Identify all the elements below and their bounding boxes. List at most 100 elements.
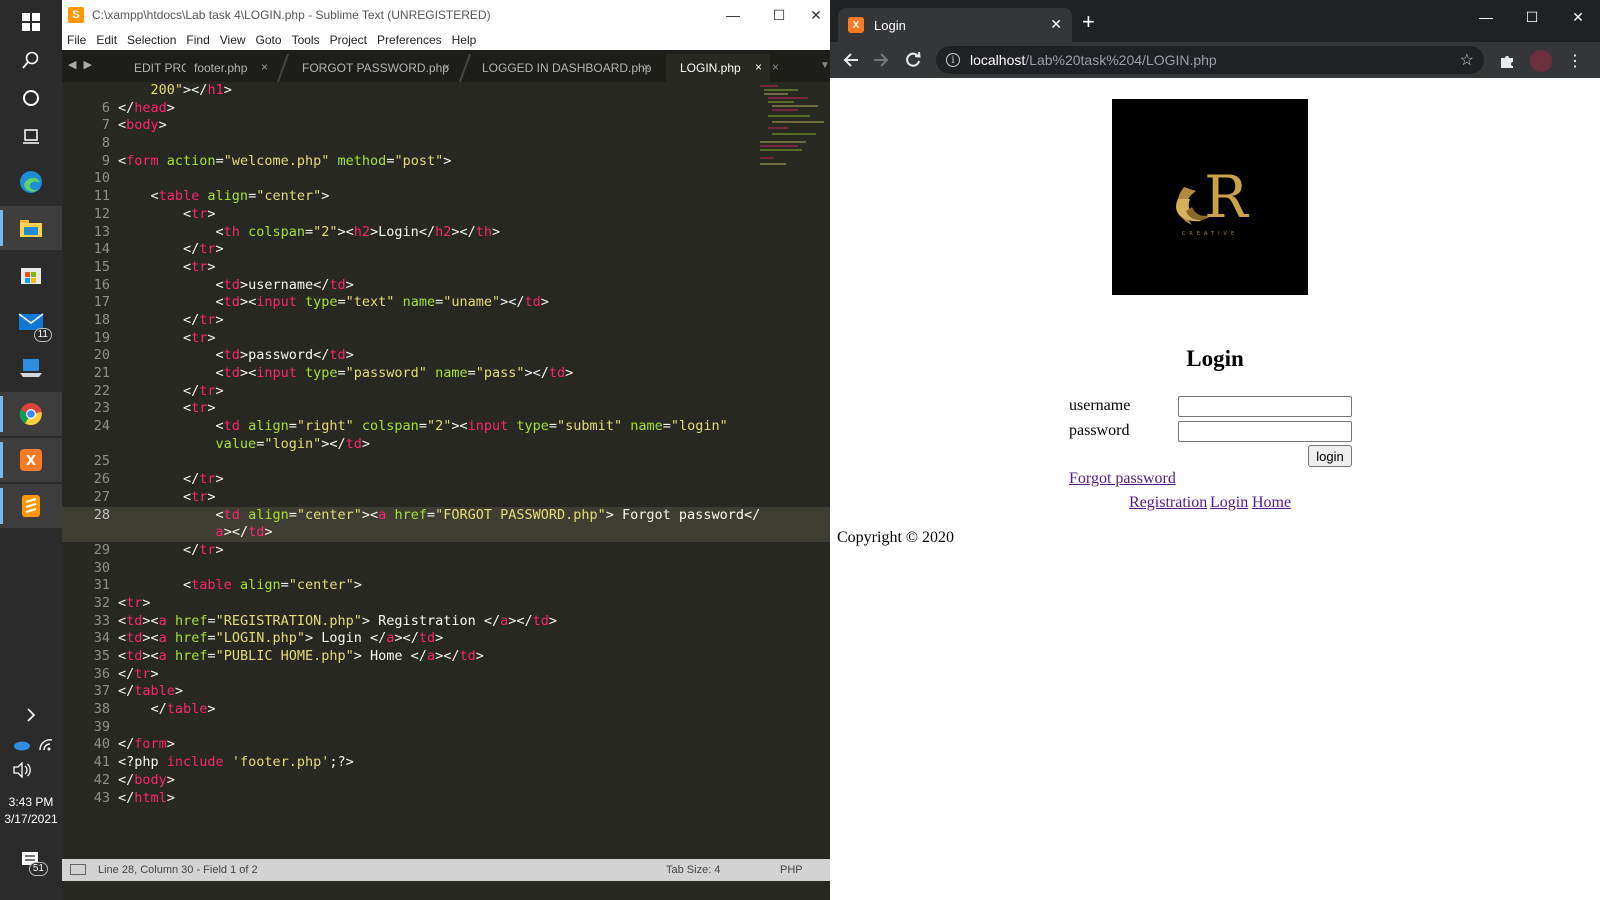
code-line[interactable]: 6 </head> [62, 100, 830, 118]
wifi-icon[interactable] [38, 738, 54, 757]
code-line[interactable]: 26 </tr> [62, 471, 830, 489]
mail-app[interactable]: 11 [0, 300, 62, 344]
tab-edit-profile[interactable]: EDIT PRO [120, 54, 186, 82]
browser-tab-login[interactable]: X Login ✕ [838, 8, 1072, 42]
menu-view[interactable]: View [215, 33, 251, 47]
code-line[interactable]: 17 <td><input type="text" name="uname"><… [62, 294, 830, 312]
username-input[interactable] [1178, 396, 1352, 417]
new-tab-button[interactable]: + [1082, 11, 1095, 33]
volume-icon[interactable] [12, 761, 32, 783]
code-line[interactable]: 39 [62, 719, 830, 737]
laptop-app[interactable] [0, 346, 62, 390]
chrome-app[interactable] [0, 392, 62, 436]
show-hidden-icons-button[interactable] [0, 700, 62, 730]
code-line[interactable]: 16 <td>username</td> [62, 277, 830, 295]
action-center-button[interactable]: 51 [0, 838, 62, 882]
close-icon[interactable]: × [261, 60, 268, 74]
code-line[interactable]: 29 </tr> [62, 542, 830, 560]
code-line[interactable]: 33 <td><a href="REGISTRATION.php"> Regist… [62, 613, 830, 631]
code-line[interactable]: 21 <td><input type="password" name="pass… [62, 365, 830, 383]
tab-login[interactable]: LOGIN.php × [666, 54, 770, 82]
minimap[interactable] [758, 82, 830, 182]
menu-selection[interactable]: Selection [122, 33, 181, 47]
code-line[interactable]: 22 </tr> [62, 383, 830, 401]
close-icon[interactable]: × [643, 60, 650, 74]
code-line[interactable]: 8 [62, 135, 830, 153]
code-line[interactable]: 42 </body> [62, 772, 830, 790]
code-line[interactable]: 12 <tr> [62, 206, 830, 224]
code-line[interactable]: 25 [62, 453, 830, 471]
chevron-down-icon[interactable]: ▼ [820, 60, 830, 71]
clock-date[interactable]: 3/17/2021 [0, 811, 62, 827]
code-line[interactable]: 28 <td align="center"><a href="FORGOT PA… [62, 506, 830, 542]
code-line[interactable]: 18 </tr> [62, 312, 830, 330]
status-syntax[interactable]: PHP [780, 864, 803, 876]
chrome-minimize-button[interactable]: — [1464, 6, 1508, 28]
code-line[interactable]: 37 </table> [62, 683, 830, 701]
code-line[interactable]: 32 <tr> [62, 595, 830, 613]
tab-logged-in-dashboard[interactable]: LOGGED IN DASHBOARD.php × [468, 54, 658, 82]
code-editor[interactable]: 200"></h1> 6 </head> 7 <body> 8 9 <form action=… [62, 82, 830, 859]
code-line[interactable]: 11 <table align="center"> [62, 188, 830, 206]
menu-goto[interactable]: Goto [251, 33, 287, 47]
xampp-app[interactable]: X [0, 438, 62, 482]
extensions-puzzle-icon[interactable] [1496, 50, 1518, 72]
code-line[interactable]: 14 </tr> [62, 241, 830, 259]
tab-footer[interactable]: footer.php × [180, 54, 276, 82]
sublime-maximize-button[interactable]: ☐ [756, 0, 802, 30]
chrome-close-button[interactable]: ✕ [1556, 6, 1600, 28]
clock-time[interactable]: 3:43 PM [0, 794, 62, 810]
sublime-close-button[interactable]: ✕ [802, 0, 830, 30]
address-bar[interactable]: i localhost/Lab%20task%204/LOGIN.php ☆ [936, 46, 1484, 74]
profile-avatar[interactable] [1530, 50, 1552, 72]
close-icon[interactable]: × [772, 60, 779, 74]
code-line[interactable]: 200"></h1> [62, 82, 830, 100]
store-app[interactable] [0, 252, 62, 296]
code-line[interactable]: 9 <form action="welcome.php" method="post… [62, 153, 830, 171]
close-icon[interactable]: × [443, 60, 450, 74]
code-line[interactable]: 7 <body> [62, 117, 830, 135]
reload-button[interactable] [900, 48, 926, 72]
code-line[interactable]: 23 <tr> [62, 400, 830, 418]
tab-forgot-password[interactable]: FORGOT PASSWORD.php × [288, 54, 458, 82]
registration-link[interactable]: Registration [1129, 494, 1207, 512]
task-view-button[interactable] [0, 114, 62, 158]
panel-toggle-icon[interactable] [70, 864, 86, 875]
code-line[interactable]: 19 <tr> [62, 330, 830, 348]
forward-button[interactable] [868, 48, 894, 72]
code-line[interactable]: 43 </html> [62, 790, 830, 808]
code-line[interactable]: 20 <td>password</td> [62, 347, 830, 365]
menu-file[interactable]: File [62, 33, 91, 47]
bookmark-star-icon[interactable]: ☆ [1460, 50, 1474, 70]
close-icon[interactable]: × [755, 60, 762, 74]
menu-help[interactable]: Help [447, 33, 482, 47]
file-explorer-app[interactable] [0, 206, 62, 250]
menu-edit[interactable]: Edit [91, 33, 122, 47]
password-input[interactable] [1178, 421, 1352, 442]
onedrive-icon[interactable] [12, 738, 30, 756]
close-icon[interactable]: ✕ [1050, 16, 1062, 33]
code-line[interactable]: 15 <tr> [62, 259, 830, 277]
code-line[interactable]: 35 <td><a href="PUBLIC HOME.php"> Home </… [62, 648, 830, 666]
menu-tools[interactable]: Tools [287, 33, 325, 47]
code-line[interactable]: 30 [62, 560, 830, 578]
code-line[interactable]: 27 <tr> [62, 489, 830, 507]
sublime-title-bar[interactable]: S C:\xampp\htdocs\Lab task 4\LOGIN.php -… [62, 0, 830, 30]
site-info-icon[interactable]: i [946, 53, 960, 67]
tab-scroll-arrows-icon[interactable]: ◀ ▶ [68, 58, 94, 71]
code-line[interactable]: 34 <td><a href="LOGIN.php"> Login </a></t… [62, 630, 830, 648]
menu-find[interactable]: Find [181, 33, 214, 47]
back-button[interactable] [838, 48, 864, 72]
code-line[interactable]: 41 <?php include 'footer.php';?> [62, 754, 830, 772]
login-submit-button[interactable]: login [1308, 445, 1352, 467]
code-line[interactable]: 13 <th colspan="2"><h2>Login</h2></th> [62, 224, 830, 242]
code-line[interactable]: 38 </table> [62, 701, 830, 719]
chrome-maximize-button[interactable]: ☐ [1510, 6, 1554, 28]
code-line[interactable]: 10 [62, 170, 830, 188]
sublime-minimize-button[interactable]: — [710, 0, 756, 30]
login-link[interactable]: Login [1210, 494, 1248, 512]
code-line[interactable]: 24 <td align="right" colspan="2"><input … [62, 418, 830, 453]
home-link[interactable]: Home [1252, 494, 1291, 512]
menu-preferences[interactable]: Preferences [372, 33, 447, 47]
status-tab-size[interactable]: Tab Size: 4 [666, 864, 720, 876]
